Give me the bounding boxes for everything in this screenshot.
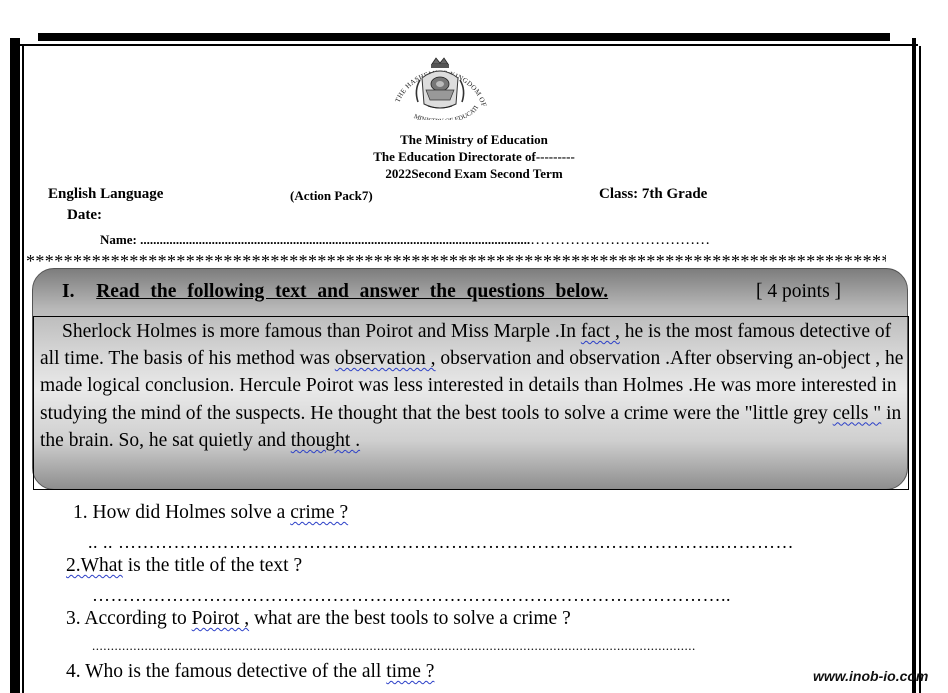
question-2: 2.What is the title of the text ? [66,555,302,577]
question-flagged-word: crime ? [290,502,349,523]
question-text: what are the best tools to solve a crime… [249,608,571,629]
question-text: 1. How did Holmes solve a [73,502,291,523]
question-text: 3. According to [66,608,192,629]
section-title: Read the following text and answer the q… [96,281,609,302]
question-4: 4. Who is the famous detective of the al… [66,661,434,683]
section-points: [ 4 points ] [756,281,842,302]
question-3: 3. According to Poirot , what are the be… [66,608,571,630]
reading-passage: Sherlock Holmes is more famous than Poir… [40,318,910,454]
frame-top-border [38,33,890,41]
question-flagged-word: time ? [386,661,435,682]
book-label: (Action Pack7) [290,188,373,203]
passage-flagged-word: cells " [832,402,882,424]
answer-line-3: ........................................… [92,638,696,653]
section-heading: I. Read the following text and answer th… [62,281,608,303]
passage-text: Sherlock Holmes is more famous than Poir… [62,321,581,342]
name-dots: ……………………………… [530,232,711,248]
name-field: Name: ..................................… [100,231,710,249]
name-label: Name: ..................................… [100,232,531,247]
passage-flagged-word: fact , [580,321,620,342]
question-flagged-word: 2.What [66,555,123,576]
frame-top-inner-border [16,44,918,46]
class-label: Class: 7th Grade [599,186,708,202]
answer-line-2: ………………………………………………………………………………………….. [92,585,731,605]
date-label: Date: [67,207,102,223]
answer-line-1: .. .. ……………………………………………………………………………………..… [88,532,794,552]
question-text: 4. Who is the famous detective of the al… [66,661,387,682]
directorate-line: The Education Directorate of--------- [373,149,575,164]
exam-line: 2022Second Exam Second Term [385,166,563,181]
section-number: I. [62,281,75,302]
jordan-emblem-logo: THE HASHEMITE KINGDOM OF JORDAN MINISTRY… [377,44,500,125]
question-1: 1. How did Holmes solve a crime ? [73,502,348,524]
site-watermark: www.inob-io.com [813,668,929,684]
passage-flagged-word: thought . [290,429,361,451]
ministry-line: The Ministry of Education [400,132,548,147]
passage-flagged-word: observation , [334,348,436,370]
subject-label: English Language [48,186,164,202]
question-flagged-word: Poirot , [191,608,250,629]
question-text: is the title of the text ? [122,555,303,576]
